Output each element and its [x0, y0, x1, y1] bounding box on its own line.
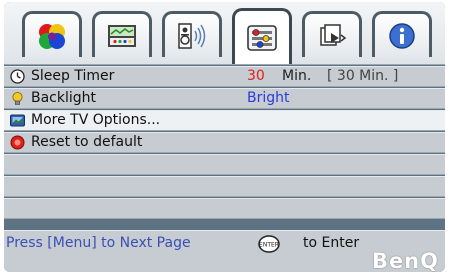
backlight-label: Backlight: [31, 90, 97, 106]
setup-options-icon: [247, 24, 277, 51]
tab-bar: [4, 2, 445, 65]
benq-logo: BenQ: [371, 249, 439, 272]
menu-row-backlight[interactable]: Backlight Bright: [4, 88, 445, 109]
more-tv-options-label: More TV Options...: [31, 112, 161, 128]
clock-icon: [10, 69, 25, 84]
light-bulb-icon: [12, 91, 23, 105]
tab-source[interactable]: [302, 11, 362, 57]
osd-footer: Press [Menu] to Next Page ENTER to Enter…: [4, 230, 445, 272]
tab-setup[interactable]: [232, 8, 292, 64]
backlight-value: Bright: [247, 90, 290, 106]
menu-row-sleep-timer[interactable]: Sleep Timer 30 Min. [ 30 Min. ]: [4, 66, 445, 87]
menu-row-empty: [4, 198, 445, 219]
enter-button-icon: ENTER: [258, 235, 280, 253]
enter-hint: to Enter: [303, 235, 360, 251]
tab-picture[interactable]: [92, 11, 152, 57]
sleep-timer-default: [ 30 Min. ]: [327, 68, 399, 84]
enter-icon-text: ENTER: [259, 242, 279, 249]
sleep-timer-label: Sleep Timer: [31, 68, 115, 84]
menu-row-empty: [4, 176, 445, 197]
next-page-hint: Press [Menu] to Next Page: [6, 235, 191, 251]
sleep-timer-value: 30: [247, 68, 265, 84]
tab-audio[interactable]: [162, 11, 222, 57]
menu-row-reset[interactable]: Reset to default: [4, 132, 445, 153]
reset-icon: [10, 135, 25, 150]
color-palette-icon: [39, 23, 65, 49]
source-input-icon: [320, 23, 347, 46]
tab-info[interactable]: [372, 11, 432, 57]
menu-row-more-tv-options[interactable]: More TV Options...: [4, 110, 445, 131]
tv-screen-icon: [10, 114, 25, 127]
reset-label: Reset to default: [31, 134, 143, 150]
tab-color[interactable]: [22, 11, 82, 57]
info-icon: [389, 22, 415, 49]
audio-speaker-icon: [178, 22, 206, 49]
sleep-timer-unit: Min.: [282, 68, 312, 84]
osd-menu: Sleep Timer 30 Min. [ 30 Min. ] Backligh…: [4, 2, 445, 272]
menu-row-empty: [4, 154, 445, 175]
picture-settings-icon: [108, 24, 136, 47]
